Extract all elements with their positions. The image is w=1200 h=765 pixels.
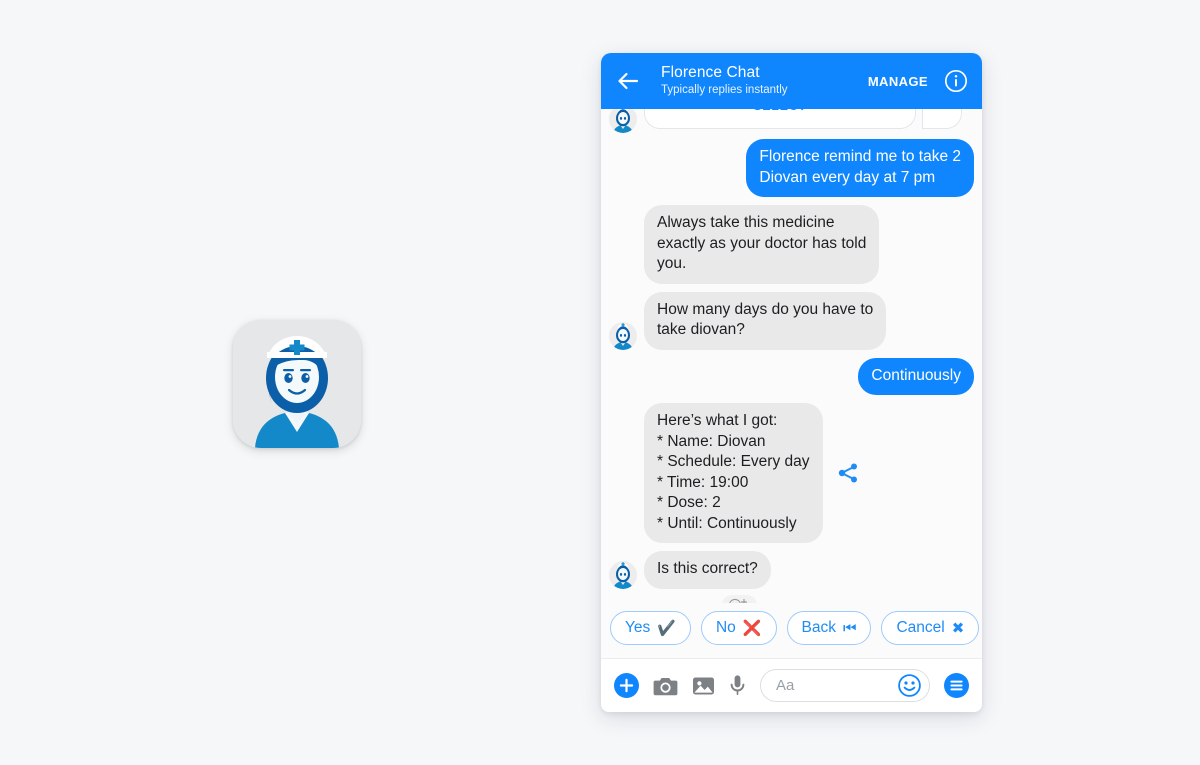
message-input-placeholder: Aa <box>776 677 795 694</box>
share-glyph <box>838 463 857 483</box>
image-glyph <box>693 677 714 694</box>
quick-reply-back[interactable]: Back ⏮ <box>786 611 872 645</box>
florence-nurse-app-icon[interactable] <box>233 320 361 448</box>
message-bubble-outgoing[interactable]: Continuously <box>858 357 974 395</box>
avatar[interactable] <box>609 560 637 589</box>
cut-off-template-card[interactable]: SELECT <box>644 109 916 129</box>
composer-bar: Aa <box>601 658 982 712</box>
share-icon[interactable] <box>835 460 861 486</box>
quick-reply-label: Yes <box>625 619 651 636</box>
message-row: How many days do you have to take diovan… <box>609 291 974 350</box>
info-circle-glyph <box>944 69 968 93</box>
select-button[interactable]: SELECT <box>753 109 807 113</box>
avatar-spacer <box>609 256 637 284</box>
cross-mark-box-icon: ❌ <box>742 619 762 637</box>
rewind-icon: ⏮ <box>842 619 857 637</box>
microphone-icon[interactable] <box>729 674 746 697</box>
cut-off-card-row: SELECT <box>609 109 974 135</box>
message-row: Continuously <box>609 357 974 395</box>
header-subtitle: Typically replies instantly <box>661 84 788 96</box>
quick-reply-cancel[interactable]: Cancel ✖ <box>881 611 980 645</box>
camera-icon[interactable] <box>653 675 678 697</box>
microphone-glyph <box>730 675 745 695</box>
red-x-icon: ✖ <box>951 619 965 637</box>
add-reaction-glyph <box>729 598 748 603</box>
quick-reply-bar[interactable]: Yes ✔️ No ❌ Back ⏮ Cancel ✖ <box>601 603 982 658</box>
message-row: Florence remind me to take 2 Diovan ever… <box>609 139 974 197</box>
nurse-avatar-small <box>609 321 637 350</box>
plus-circle-glyph <box>614 673 639 698</box>
message-bubble-incoming[interactable]: How many days do you have to take diovan… <box>644 291 887 350</box>
nurse-avatar-small <box>609 560 637 589</box>
add-reaction-icon[interactable] <box>722 594 757 603</box>
nurse-avatar-small <box>609 109 637 133</box>
messenger-chat-panel: Florence Chat Typically replies instantl… <box>601 53 982 712</box>
quick-reply-label: Cancel <box>896 619 945 636</box>
avatar <box>609 109 637 133</box>
check-mark-icon: ✔️ <box>657 619 676 637</box>
smiley-glyph <box>898 674 921 697</box>
app-icon-container <box>233 320 361 448</box>
quick-reply-yes[interactable]: Yes ✔️ <box>610 611 691 645</box>
avatar-spacer <box>609 459 637 487</box>
hamburger-menu-icon[interactable] <box>944 673 969 698</box>
message-row: Here’s what I got: * Name: Diovan * Sche… <box>609 403 974 543</box>
quick-reply-no[interactable]: No ❌ <box>700 611 777 645</box>
message-row: Always take this medicine exactly as you… <box>609 205 974 284</box>
plus-circle-icon[interactable] <box>614 673 639 698</box>
quick-reply-label: No <box>715 619 736 636</box>
manage-button[interactable]: MANAGE <box>868 74 928 89</box>
page-title: Florence Chat <box>661 64 760 81</box>
header-title-group: Florence Chat Typically replies instantl… <box>661 64 868 98</box>
message-bubble-outgoing[interactable]: Florence remind me to take 2 Diovan ever… <box>746 139 974 197</box>
chat-header: Florence Chat Typically replies instantl… <box>601 53 982 109</box>
message-input-field[interactable]: Aa <box>760 669 930 702</box>
message-row: Is this correct? <box>609 551 974 589</box>
message-bubble-summary[interactable]: Here’s what I got: * Name: Diovan * Sche… <box>644 403 823 543</box>
message-list[interactable]: SELECT Florence remind me to take 2 Diov… <box>601 109 982 603</box>
camera-glyph <box>653 677 678 695</box>
info-circle-icon[interactable] <box>944 69 968 93</box>
image-icon[interactable] <box>692 675 715 697</box>
back-arrow-glyph <box>618 72 639 90</box>
message-bubble-incoming[interactable]: Always take this medicine exactly as you… <box>644 205 880 284</box>
cut-off-template-card-next[interactable] <box>922 109 962 129</box>
reaction-row <box>609 594 974 603</box>
message-bubble-incoming[interactable]: Is this correct? <box>644 551 771 589</box>
quick-reply-label: Back <box>801 619 836 636</box>
hamburger-menu-glyph <box>944 673 969 698</box>
nurse-avatar-illustration <box>233 320 361 448</box>
smiley-icon[interactable] <box>898 674 921 697</box>
avatar[interactable] <box>609 321 637 350</box>
back-arrow-icon[interactable] <box>613 66 643 96</box>
